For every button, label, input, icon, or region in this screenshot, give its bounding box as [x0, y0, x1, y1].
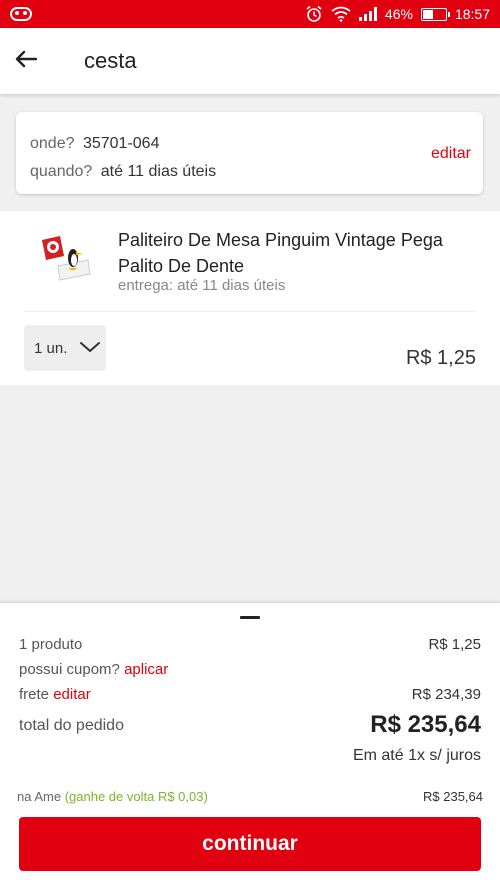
- where-row: onde? 35701-064: [30, 130, 469, 158]
- continue-button[interactable]: continuar: [19, 817, 481, 871]
- product-price: R$ 1,25: [405, 347, 476, 369]
- total-value: R$ 235,64: [370, 711, 481, 738]
- ame-label: na Ame: [17, 789, 62, 804]
- where-value: 35701-064: [82, 135, 160, 152]
- edit-delivery-link[interactable]: editar: [431, 145, 471, 163]
- clock: 18:57: [454, 6, 490, 22]
- edit-shipping-link[interactable]: editar: [53, 686, 91, 703]
- shipping-label: frete: [19, 686, 50, 703]
- delivery-card: onde? 35701-064 quando? até 11 dias útei…: [16, 112, 483, 194]
- when-value: até 11 dias úteis: [100, 163, 217, 180]
- product-image[interactable]: [36, 230, 96, 290]
- item-divider: [24, 311, 476, 312]
- battery-icon: [420, 7, 450, 21]
- product-name[interactable]: Paliteiro De Mesa Pinguim Vintage Pega P…: [118, 227, 458, 279]
- alarm-icon: [305, 5, 323, 23]
- shipping-row: frete editar R$ 234,39: [19, 686, 481, 703]
- when-label: quando?: [30, 163, 93, 180]
- back-arrow-icon: [15, 50, 38, 73]
- order-summary-panel: 1 produto R$ 1,25 possui cupom? aplicar …: [0, 603, 500, 889]
- when-row: quando? até 11 dias úteis: [30, 158, 469, 186]
- cart-item: Paliteiro De Mesa Pinguim Vintage Pega P…: [0, 211, 500, 385]
- quantity-select[interactable]: 1 un.: [24, 325, 106, 371]
- product-delivery-estimate: entrega: até 11 dias úteis: [118, 277, 286, 294]
- app-notification-icon: [10, 7, 32, 21]
- total-label: total do pedido: [19, 717, 124, 734]
- shipping-value: R$ 234,39: [411, 686, 481, 703]
- page-title: cesta: [84, 48, 137, 73]
- ame-cashback: (ganhe de volta R$ 0,03): [64, 789, 208, 804]
- back-button[interactable]: [0, 28, 52, 94]
- ame-value: R$ 235,64: [423, 789, 483, 804]
- drag-handle[interactable]: [240, 616, 260, 619]
- ame-row: na Ame (ganhe de volta R$ 0,03) R$ 235,6…: [17, 789, 483, 804]
- top-bar: cesta: [0, 28, 500, 94]
- coupon-label: possui cupom?: [19, 661, 120, 678]
- where-label: onde?: [30, 135, 75, 152]
- products-value: R$ 1,25: [428, 636, 481, 653]
- status-bar: 46% 18:57: [0, 0, 500, 28]
- installments-text: Em até 1x s/ juros: [352, 747, 481, 764]
- chevron-down-icon: [79, 340, 101, 357]
- products-label: 1 produto: [19, 636, 83, 653]
- wifi-icon: [331, 6, 351, 22]
- battery-percent: 46%: [384, 6, 413, 22]
- quantity-value: 1 un.: [34, 339, 68, 357]
- signal-icon: [358, 7, 377, 21]
- apply-coupon-link[interactable]: aplicar: [124, 661, 168, 678]
- products-row: 1 produto R$ 1,25: [19, 636, 481, 653]
- coupon-row: possui cupom? aplicar: [19, 661, 481, 678]
